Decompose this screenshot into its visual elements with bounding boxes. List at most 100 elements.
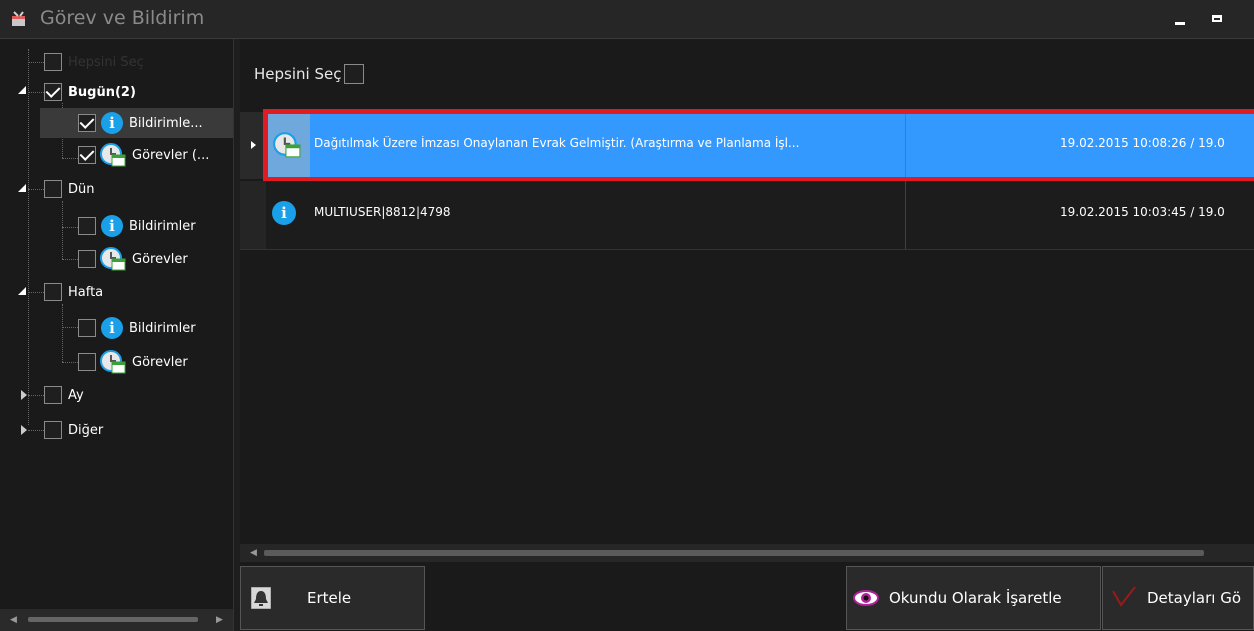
task-icon — [100, 350, 126, 374]
today-checkbox[interactable] — [44, 83, 62, 101]
grid-horizontal-scrollbar[interactable]: ◀ — [240, 544, 1254, 562]
row-icon-cell: i — [266, 181, 310, 249]
filter-tree: Hepsini Seç Bugün(2) i Bildirimle... Gör… — [0, 39, 234, 631]
tree-item-week-tasks[interactable]: Görevler — [78, 347, 188, 377]
month-checkbox[interactable] — [44, 386, 62, 404]
postpone-label: Ertele — [307, 589, 352, 607]
tree-item-week-notifications[interactable]: i Bildirimler — [78, 313, 196, 343]
tree-line — [28, 395, 44, 396]
row-indicator — [240, 181, 266, 249]
row-message: MULTIUSER|8812|4798 — [314, 205, 451, 219]
tree-line — [62, 227, 78, 228]
column-separator — [905, 112, 906, 179]
tree-line — [62, 362, 78, 363]
scroll-left-icon[interactable]: ◀ — [250, 548, 257, 558]
main-panel: Hepsini Seç Dağıtılmak Üzere İmzası Onay… — [240, 39, 1254, 631]
tree-item-label: Bildirimler — [129, 320, 196, 336]
row-date: 19.02.2015 10:03:45 / 19.0 — [1060, 205, 1225, 219]
tree-item-label: Dün — [68, 181, 95, 197]
week-checkbox[interactable] — [44, 283, 62, 301]
tree-line — [28, 189, 44, 190]
tree-item-label: Görevler — [132, 354, 188, 370]
row-indicator — [240, 112, 266, 179]
main-select-all[interactable]: Hepsini Seç — [254, 64, 365, 84]
info-icon: i — [101, 317, 123, 339]
task-icon — [100, 143, 126, 167]
column-separator — [905, 181, 906, 249]
tree-item-yesterday-notifications[interactable]: i Bildirimler — [78, 211, 196, 241]
tree-line — [28, 430, 44, 431]
minimize-button[interactable] — [1171, 10, 1189, 28]
select-all-checkbox[interactable] — [44, 53, 62, 71]
app-icon — [12, 11, 25, 26]
mark-read-label: Okundu Olarak İşaretle — [889, 589, 1062, 607]
tree-item-today-tasks[interactable]: Görevler (... — [78, 140, 209, 170]
week-notifications-checkbox[interactable] — [78, 319, 96, 337]
window-title: Görev ve Bildirim — [40, 7, 205, 29]
tree-item-today-label: Bugün(2) — [68, 84, 136, 100]
yesterday-tasks-checkbox[interactable] — [78, 250, 96, 268]
row-message: Dağıtılmak Üzere İmzası Onaylanan Evrak … — [314, 136, 800, 150]
tree-item-month[interactable]: Ay — [44, 380, 84, 410]
task-icon — [273, 132, 301, 158]
tree-line — [28, 62, 44, 63]
tree-item-yesterday-tasks[interactable]: Görevler — [78, 244, 188, 274]
info-icon: i — [101, 215, 123, 237]
scroll-left-icon[interactable]: ◀ — [10, 615, 17, 625]
tree-line — [62, 327, 78, 328]
tree-item-yesterday[interactable]: Dün — [44, 174, 95, 204]
tree-line — [62, 201, 63, 259]
mark-read-button[interactable]: Okundu Olarak İşaretle — [846, 566, 1101, 630]
details-label: Detayları Gö — [1147, 589, 1241, 607]
table-row[interactable]: i MULTIUSER|8812|4798 19.02.2015 10:03:4… — [240, 181, 1254, 250]
expand-other-icon[interactable] — [20, 425, 30, 435]
bell-icon — [251, 587, 271, 609]
main-select-all-checkbox[interactable] — [344, 64, 365, 84]
row-date: 19.02.2015 10:08:26 / 19.0 — [1060, 136, 1225, 150]
tree-item-label: Görevler (... — [132, 147, 210, 163]
scrollbar-thumb[interactable] — [28, 617, 198, 622]
tree-item-label: Diğer — [68, 422, 104, 438]
tree-item-other[interactable]: Diğer — [44, 415, 103, 445]
tree-line — [28, 92, 44, 93]
info-icon: i — [101, 112, 123, 134]
today-notifications-checkbox[interactable] — [78, 114, 96, 132]
tree-horizontal-scrollbar[interactable]: ◀ ▶ — [0, 609, 233, 631]
tree-item-today-notifications[interactable]: i Bildirimle... — [40, 108, 233, 138]
today-tasks-checkbox[interactable] — [78, 146, 96, 164]
current-row-icon — [251, 141, 256, 149]
expand-today-icon[interactable] — [18, 86, 28, 96]
title-bar: Görev ve Bildirim — [0, 0, 1254, 39]
eye-icon — [853, 590, 879, 606]
tree-line — [28, 292, 44, 293]
tree-select-all[interactable]: Hepsini Seç — [44, 47, 144, 77]
tree-line — [62, 304, 63, 362]
tree-item-today[interactable]: Bugün(2) — [44, 77, 136, 107]
scroll-right-icon[interactable]: ▶ — [216, 615, 223, 625]
details-button[interactable]: Detayları Gö — [1102, 566, 1254, 630]
expand-yesterday-icon[interactable] — [18, 184, 28, 194]
info-icon: i — [272, 201, 296, 225]
tree-item-label: Bildirimler — [129, 218, 196, 234]
tree-line — [62, 158, 78, 159]
maximize-button[interactable] — [1209, 10, 1227, 28]
week-tasks-checkbox[interactable] — [78, 353, 96, 371]
tree-item-week[interactable]: Hafta — [44, 277, 103, 307]
table-row[interactable]: Dağıtılmak Üzere İmzası Onaylanan Evrak … — [240, 112, 1254, 179]
scrollbar-thumb[interactable] — [264, 550, 1204, 556]
tree-item-label: Görevler — [132, 251, 188, 267]
tree-select-all-label: Hepsini Seç — [68, 54, 144, 70]
yesterday-checkbox[interactable] — [44, 180, 62, 198]
tree-line — [62, 259, 78, 260]
yesterday-notifications-checkbox[interactable] — [78, 217, 96, 235]
task-icon — [100, 247, 126, 271]
tree-line — [28, 49, 29, 425]
details-icon — [1112, 586, 1136, 607]
tree-item-label: Bildirimle... — [129, 115, 203, 131]
main-select-all-label: Hepsini Seç — [254, 65, 342, 83]
tree-item-label: Hafta — [68, 284, 104, 300]
expand-week-icon[interactable] — [18, 287, 28, 297]
postpone-button[interactable]: Ertele — [240, 566, 425, 630]
other-checkbox[interactable] — [44, 421, 62, 439]
expand-month-icon[interactable] — [20, 390, 30, 400]
